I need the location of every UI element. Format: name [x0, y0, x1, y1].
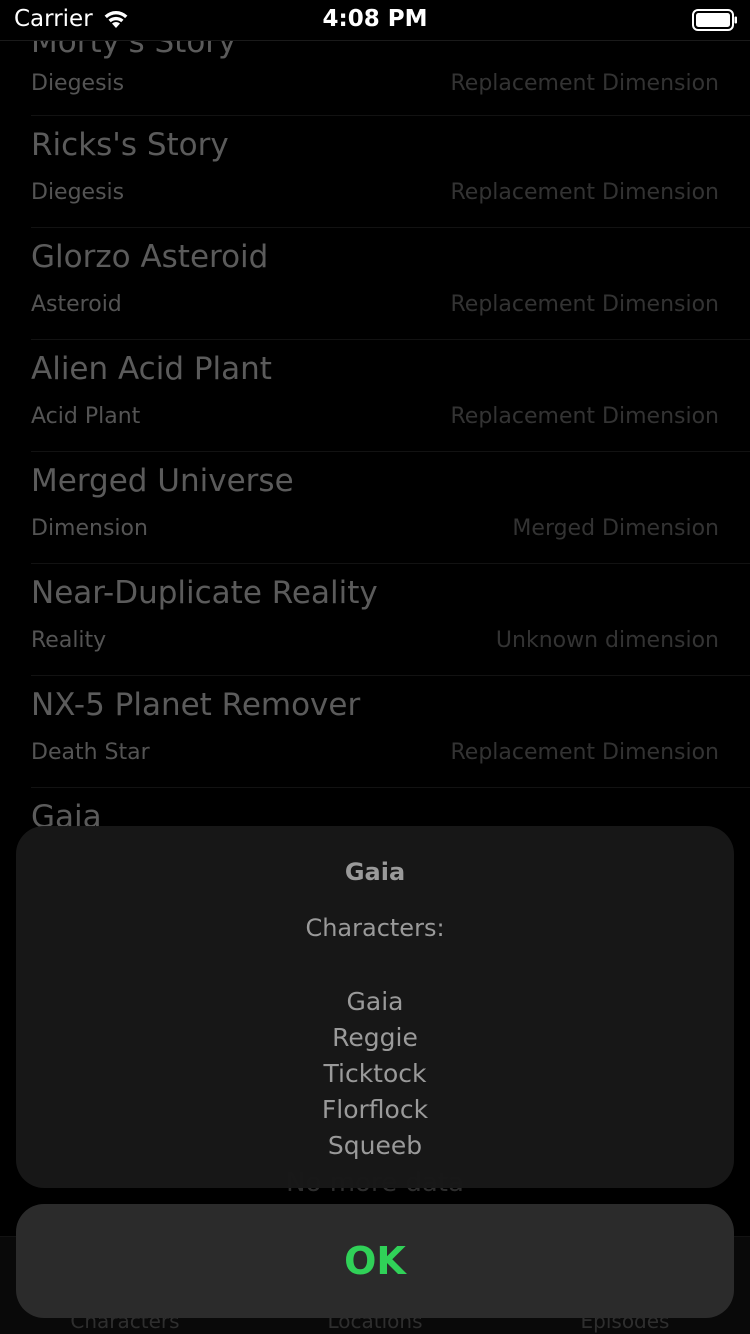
character-name: Reggie — [332, 1023, 418, 1052]
alert-title: Gaia — [344, 858, 406, 886]
location-alert-sheet: Gaia Characters: Gaia Reggie Ticktock Fl… — [16, 826, 734, 1188]
character-name: Florflock — [321, 1095, 429, 1124]
character-name: Gaia — [346, 987, 404, 1016]
character-name: Squeeb — [327, 1131, 423, 1160]
clock: 4:08 PM — [322, 6, 428, 32]
alert-characters-list: Gaia Reggie Ticktock Florflock Squeeb — [16, 984, 734, 1164]
screen: Carrier 4:08 PM Morty's Story Diegesis R… — [0, 0, 750, 1334]
alert-characters-label: Characters: — [305, 914, 445, 942]
character-name: Ticktock — [323, 1059, 427, 1088]
battery-icon — [692, 9, 737, 31]
ok-button[interactable]: OK — [16, 1204, 734, 1318]
status-bar: Carrier 4:08 PM — [0, 0, 750, 41]
